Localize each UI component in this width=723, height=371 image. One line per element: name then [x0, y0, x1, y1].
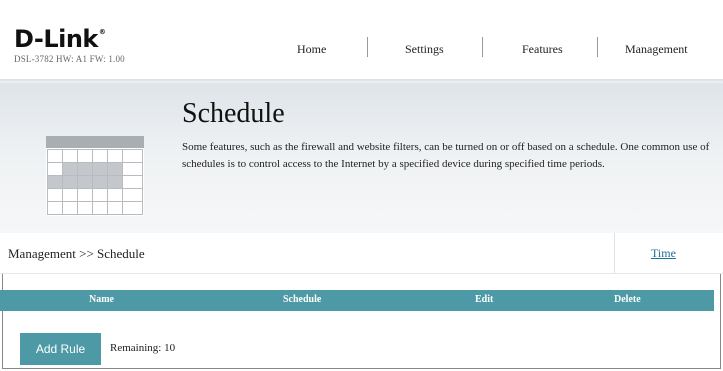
- nav-settings[interactable]: Settings: [405, 42, 444, 57]
- nav-features[interactable]: Features: [522, 42, 563, 57]
- add-rule-button[interactable]: Add Rule: [20, 333, 101, 365]
- nav-divider: [367, 37, 368, 57]
- column-header-schedule: Schedule: [283, 294, 322, 305]
- registered-mark: ®: [98, 28, 106, 36]
- page-description: Some features, such as the firewall and …: [182, 141, 710, 170]
- time-link[interactable]: Time: [651, 246, 676, 261]
- page-title: Schedule: [182, 98, 285, 129]
- logo-text: D-Link: [14, 25, 98, 53]
- model-info: DSL-3782 HW: A1 FW: 1.00: [14, 54, 125, 64]
- column-header-name: Name: [89, 294, 114, 305]
- dlink-logo[interactable]: D-Link®: [14, 25, 106, 53]
- nav-divider: [597, 37, 598, 57]
- column-header-edit: Edit: [475, 294, 494, 305]
- remaining-count: Remaining: 10: [110, 342, 176, 354]
- nav-divider: [482, 37, 483, 57]
- calendar-icon: [46, 136, 144, 216]
- nav-management[interactable]: Management: [625, 42, 688, 57]
- breadcrumb: Management >> Schedule: [8, 246, 145, 261]
- top-header: [0, 0, 723, 82]
- column-header-delete: Delete: [614, 294, 641, 305]
- nav-home[interactable]: Home: [297, 42, 326, 57]
